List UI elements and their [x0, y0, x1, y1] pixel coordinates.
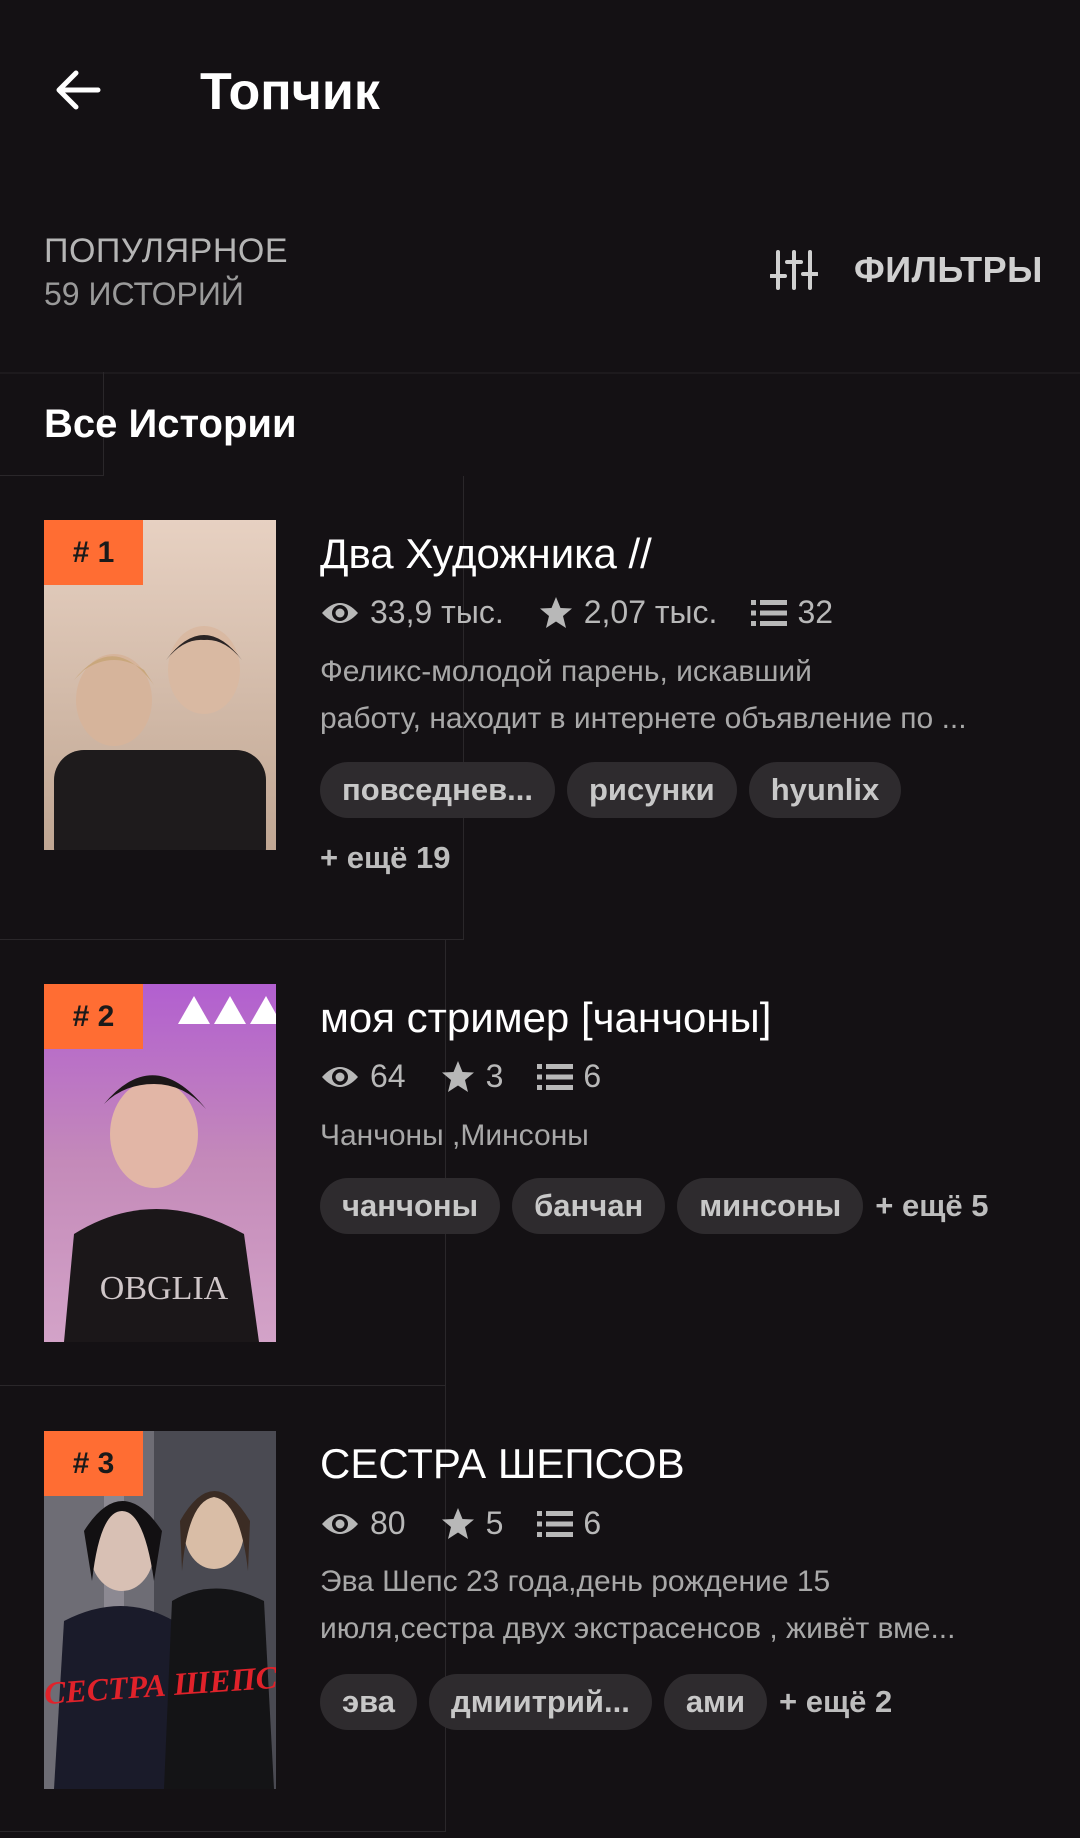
story-title[interactable]: моя стример [чанчоны]: [320, 994, 771, 1042]
parts-count: 6: [583, 1505, 602, 1541]
tag-chip[interactable]: hyunlix: [748, 762, 902, 818]
votes-stat: 5: [440, 1505, 504, 1542]
star-icon: [441, 1060, 474, 1092]
description-line: июля,сестра двух экстрасенсов , живёт вм…: [320, 1612, 956, 1645]
story-cover[interactable]: СЕСТРА ШЕПСОВ # 3: [44, 1431, 276, 1789]
tag-chip[interactable]: эва: [320, 1674, 418, 1730]
votes-count: 2,07 тыс.: [583, 594, 718, 630]
parts-count: 32: [797, 594, 834, 630]
page-title: Топчик: [200, 63, 380, 121]
tag-chip[interactable]: банчан: [512, 1178, 666, 1234]
story-description: Чанчоны ,Минсоны: [320, 1112, 1040, 1159]
votes-stat: 2,07 тыс.: [538, 594, 718, 631]
list-icon: [751, 599, 788, 626]
more-tags-link[interactable]: + ещё 5: [875, 1188, 988, 1224]
eye-icon: [322, 602, 358, 623]
eye-icon: [322, 1513, 358, 1534]
story-count: 59 ИСТОРИЙ: [44, 276, 244, 312]
list-icon: [537, 1510, 574, 1537]
views-stat: 64: [320, 1058, 406, 1095]
eye-icon: [322, 1066, 358, 1087]
back-button[interactable]: [40, 52, 116, 128]
story-stats: 80 5 6: [320, 1505, 635, 1542]
star-icon: [539, 596, 572, 628]
tag-chip[interactable]: чанчоны: [320, 1178, 501, 1234]
list-icon: [537, 1063, 574, 1090]
votes-count: 3: [485, 1058, 504, 1094]
svg-text:OBGLIA: OBGLIA: [100, 1270, 229, 1307]
tag-chip[interactable]: повседнев...: [320, 762, 555, 818]
parts-count: 6: [583, 1058, 602, 1094]
filters-label: ФИЛЬТРЫ: [854, 249, 1043, 290]
tag-list: эва дмиитрий... ами + ещё 2: [320, 1674, 892, 1730]
description-line: Эва Шепс 23 года,день рождение 15: [320, 1565, 831, 1598]
rank-badge: # 1: [44, 520, 143, 585]
story-title[interactable]: Два Художника //: [320, 530, 652, 578]
tag-chip[interactable]: рисунки: [566, 762, 737, 818]
more-tags-link[interactable]: + ещё 19: [320, 840, 450, 876]
rank-badge: # 2: [44, 984, 143, 1049]
views-count: 64: [370, 1058, 406, 1094]
rank-badge: # 3: [44, 1431, 143, 1496]
parts-stat: 32: [751, 594, 833, 631]
views-stat: 80: [320, 1505, 406, 1542]
more-tags-link[interactable]: + ещё 2: [779, 1684, 892, 1720]
parts-stat: 6: [537, 1505, 601, 1542]
star-icon: [441, 1507, 474, 1539]
sort-label[interactable]: ПОПУЛЯРНОЕ: [44, 232, 288, 271]
tag-chip[interactable]: дмиитрий...: [429, 1674, 652, 1730]
sliders-icon: [770, 250, 818, 290]
parts-stat: 6: [537, 1058, 601, 1095]
story-title[interactable]: СЕСТРА ШЕПСОВ: [320, 1440, 685, 1488]
story-cover[interactable]: OBGLIA # 2: [44, 984, 276, 1342]
description-line: Чанчоны ,Минсоны: [320, 1119, 589, 1152]
views-count: 33,9 тыс.: [370, 594, 504, 630]
story-cover[interactable]: # 1: [44, 520, 276, 878]
description-line: Феликс-молодой парень, искавший: [320, 655, 812, 688]
tag-list: чанчоны банчан минсоны + ещё 5: [320, 1178, 989, 1234]
divider: [0, 372, 1080, 374]
votes-count: 5: [485, 1505, 504, 1541]
story-stats: 33,9 тыс. 2,07 тыс. 32: [320, 594, 867, 631]
views-stat: 33,9 тыс.: [320, 594, 504, 631]
views-count: 80: [370, 1505, 406, 1541]
story-description: Эва Шепс 23 года,день рождение 15 июля,с…: [320, 1558, 1040, 1652]
description-line: работу, находит в интернете объявление п…: [320, 702, 967, 735]
tag-chip[interactable]: минсоны: [677, 1178, 864, 1234]
story-stats: 64 3 6: [320, 1058, 635, 1095]
tab-all-stories[interactable]: Все Истории: [44, 402, 297, 447]
story-description: Феликс-молодой парень, искавший работу, …: [320, 648, 1040, 742]
tag-list: повседнев... рисунки hyunlix: [320, 762, 902, 818]
votes-stat: 3: [440, 1058, 504, 1095]
filters-button[interactable]: ФИЛЬТРЫ: [770, 240, 1043, 300]
top-app-bar: Топчик: [0, 0, 1080, 190]
arrow-left-icon: [56, 70, 101, 110]
tag-chip[interactable]: ами: [663, 1674, 768, 1730]
